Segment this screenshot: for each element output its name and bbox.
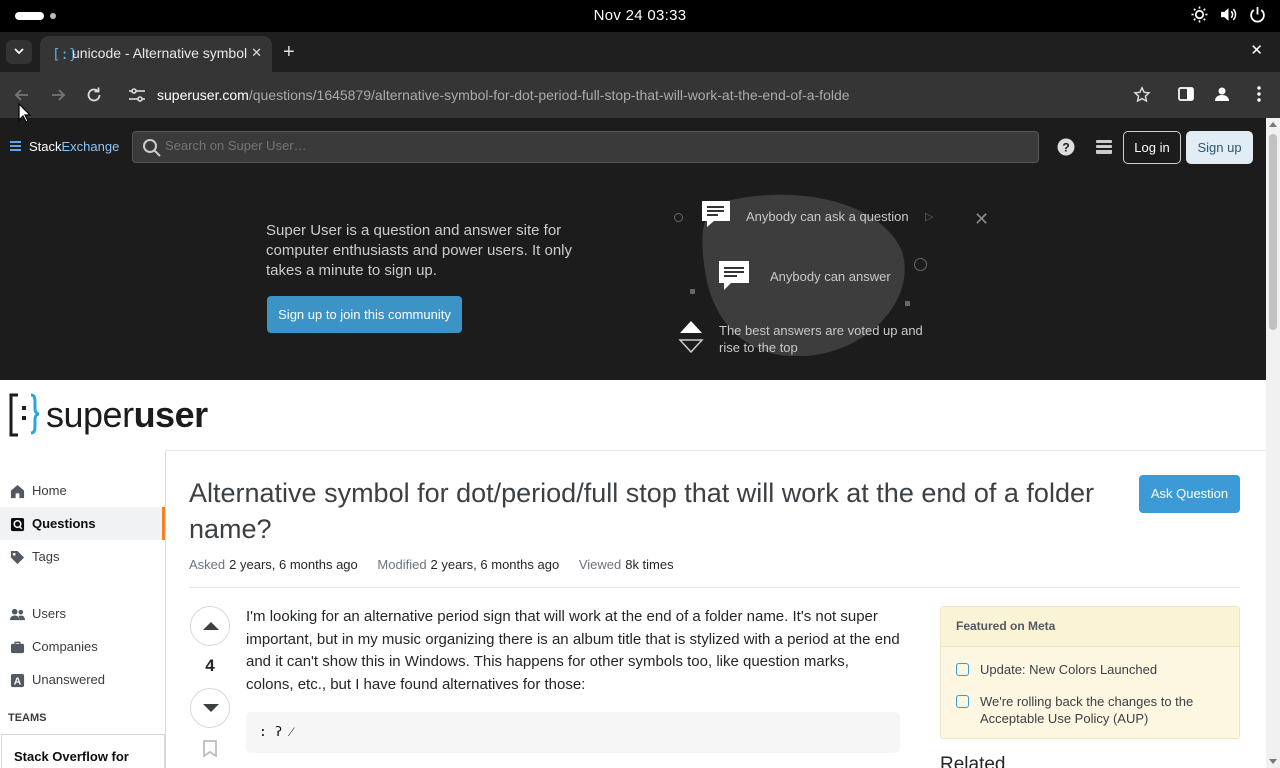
chevron-down-icon (14, 48, 24, 55)
unanswered-icon: A (10, 673, 25, 688)
join-community-button[interactable]: Sign up to join this community (267, 296, 462, 333)
main-top-border (165, 450, 1266, 451)
browser-menu-icon[interactable] (1250, 85, 1268, 108)
browser-toolbar: superuser.com/questions/1645879/alternat… (0, 72, 1280, 118)
site-name: superuser (46, 394, 208, 435)
tab-close-icon[interactable]: ✕ (251, 45, 262, 61)
vote-feature-icon (678, 320, 704, 359)
nav-item-companies[interactable]: Companies (0, 630, 165, 663)
decor-dot (690, 289, 695, 294)
signup-hero-banner: Super User is a question and answer site… (0, 176, 1266, 380)
featured-item[interactable]: Update: New Colors Launched (956, 661, 1230, 678)
superuser-logo-icon (9, 393, 40, 437)
search-icon (143, 139, 161, 157)
questions-icon (10, 517, 25, 532)
question-title[interactable]: Alternative symbol for dot/period/full s… (189, 475, 1119, 547)
meta-divider (189, 587, 1240, 588)
mouse-cursor-icon (18, 103, 32, 123)
teams-heading: TEAMS (8, 712, 47, 724)
new-tab-plus-icon[interactable]: + (283, 41, 295, 64)
question-meta: Asked 2 years, 6 months ago Modified 2 yea… (189, 557, 674, 572)
tab-title: unicode - Alternative symbol for dot/per… (72, 45, 248, 61)
ask-question-feature-icon (700, 199, 732, 234)
site-search-box[interactable] (132, 131, 1039, 163)
scroll-up-arrow-icon[interactable] (1269, 122, 1277, 127)
nav-item-questions[interactable]: Questions (0, 507, 165, 540)
svg-text:?: ? (1062, 141, 1069, 155)
decor-dot (905, 301, 910, 306)
bookmark-icon[interactable] (203, 740, 217, 762)
vote-count: 4 (205, 656, 215, 675)
nav-item-unanswered[interactable]: A Unanswered (0, 663, 165, 696)
upvote-arrow-icon (203, 622, 219, 630)
reload-icon[interactable] (84, 85, 104, 105)
site-switcher-icon[interactable] (1095, 138, 1113, 161)
web-page: StackExchange ? Log in Sign up Super Use… (0, 118, 1266, 768)
hero-description: Super User is a question and answer site… (266, 222, 572, 279)
scroll-down-arrow-icon[interactable] (1269, 759, 1277, 764)
code-block: ꞉ ʔ ⁄ (246, 712, 900, 753)
featured-on-meta-box: Featured on Meta Update: New Colors Laun… (940, 606, 1240, 739)
volume-icon[interactable] (1220, 6, 1237, 26)
stackexchange-header: StackExchange ? Log in Sign up (0, 118, 1266, 176)
scrollbar-thumb[interactable] (1269, 134, 1277, 330)
feature-answer: Anybody can answer (770, 269, 891, 284)
meta-post-icon (956, 695, 969, 708)
downvote-arrow-icon (203, 704, 219, 712)
nav-item-home[interactable]: Home (0, 474, 165, 507)
search-input[interactable] (165, 138, 1025, 153)
browser-tab-active[interactable]: [:} unicode - Alternative symbol for dot… (40, 36, 272, 72)
feature-ask: Anybody can ask a question (746, 209, 909, 224)
signup-button[interactable]: Sign up (1186, 131, 1253, 164)
profile-icon[interactable] (1213, 85, 1231, 108)
os-clock[interactable]: Nov 24 03:33 (0, 7, 1280, 24)
feature-vote: The best answers are voted up and rise t… (719, 323, 923, 355)
featured-item[interactable]: We're rolling back the changes to the Ac… (956, 693, 1230, 727)
decor-circle (914, 258, 927, 271)
upvote-button[interactable] (190, 606, 230, 646)
question-body: I'm looking for an alternative period si… (246, 608, 900, 693)
brightness-icon[interactable] (1191, 6, 1208, 26)
help-icon[interactable]: ? (1057, 138, 1075, 161)
power-icon[interactable] (1249, 6, 1266, 26)
forward-arrow-icon[interactable] (48, 85, 68, 105)
login-button[interactable]: Log in (1123, 131, 1181, 164)
teams-promo-card[interactable]: Stack Overflow for (1, 734, 165, 768)
stackexchange-logo-icon (10, 140, 21, 153)
svg-text:A: A (14, 677, 22, 688)
window-close-icon[interactable]: ✕ (1250, 41, 1263, 59)
address-bar[interactable]: superuser.com/questions/1645879/alternat… (120, 78, 1160, 112)
users-icon (10, 608, 25, 621)
side-panel-icon[interactable] (1177, 85, 1195, 108)
decor-triangle: ▷ (925, 211, 934, 223)
os-top-bar: Nov 24 03:33 (0, 0, 1280, 32)
main-left-border (165, 450, 166, 768)
tab-list-button[interactable] (6, 40, 32, 64)
featured-heading: Featured on Meta (941, 607, 1239, 647)
close-banner-icon[interactable]: ✕ (974, 209, 989, 230)
answer-feature-icon (717, 259, 753, 298)
stackexchange-logo[interactable]: Stack Exchange (10, 139, 119, 154)
browser-tab-strip: [:} unicode - Alternative symbol for dot… (0, 32, 1280, 72)
briefcase-icon (10, 641, 25, 654)
related-heading: Related (940, 754, 1006, 768)
site-settings-icon (129, 88, 145, 102)
bookmark-star-icon[interactable] (1133, 86, 1151, 104)
nav-item-tags[interactable]: Tags (0, 540, 165, 573)
downvote-button[interactable] (190, 688, 230, 728)
meta-post-icon (956, 663, 969, 676)
back-arrow-icon[interactable] (12, 85, 32, 105)
superuser-logo[interactable]: superuser (8, 391, 208, 439)
nav-item-users[interactable]: Users (0, 597, 165, 630)
url-text[interactable]: superuser.com/questions/1645879/alternat… (157, 87, 850, 103)
page-scrollbar[interactable] (1266, 118, 1280, 768)
ask-question-button[interactable]: Ask Question (1139, 475, 1240, 513)
decor-circle (674, 213, 683, 222)
home-icon (10, 484, 25, 499)
tag-icon (10, 550, 25, 565)
